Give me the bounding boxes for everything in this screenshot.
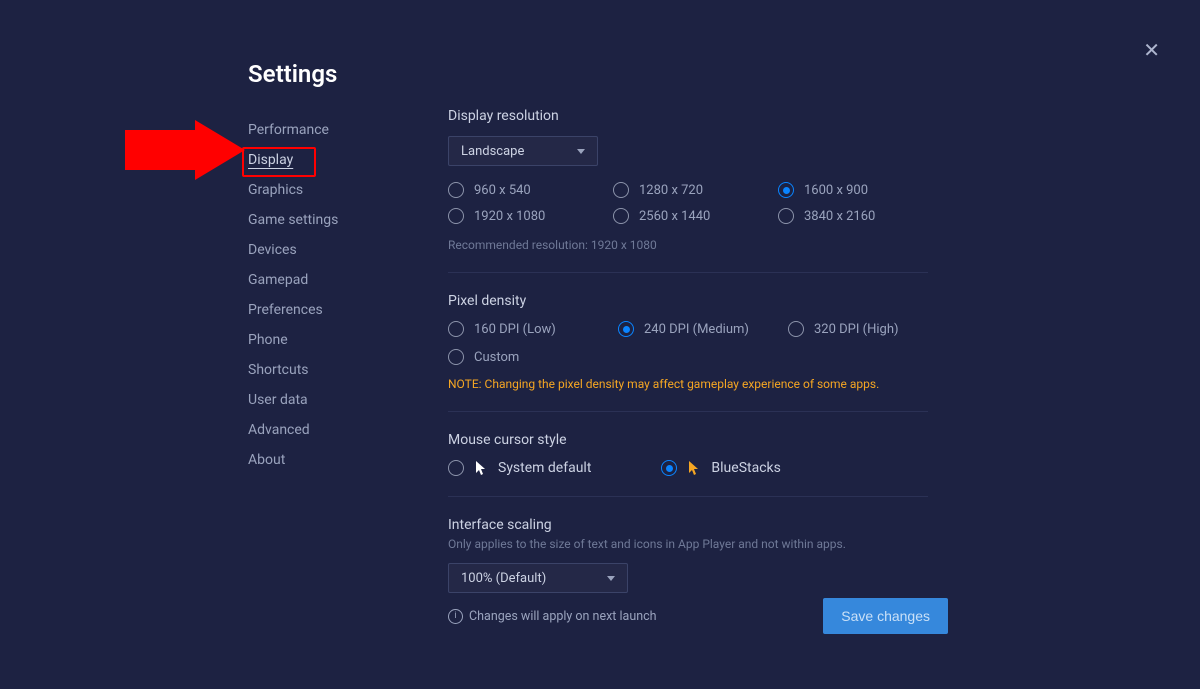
resolution-option-1600x900[interactable]: 1600 x 900 — [778, 182, 943, 198]
resolution-option-1920x1080[interactable]: 1920 x 1080 — [448, 208, 613, 224]
sidebar-item-devices[interactable]: Devices — [248, 235, 388, 265]
resolution-option-1280x720[interactable]: 1280 x 720 — [613, 182, 778, 198]
close-icon[interactable]: ✕ — [1143, 40, 1160, 60]
resolution-option-960x540[interactable]: 960 x 540 — [448, 182, 613, 198]
interface-scaling-description: Only applies to the size of text and ico… — [448, 537, 928, 551]
save-changes-button[interactable]: Save changes — [823, 598, 948, 634]
interface-scaling-value: 100% (Default) — [461, 571, 546, 586]
annotation-arrow — [125, 120, 245, 180]
pixel-density-heading: Pixel density — [448, 293, 928, 309]
launch-note: i Changes will apply on next launch — [448, 609, 657, 624]
display-resolution-heading: Display resolution — [448, 108, 928, 124]
cursor-option-bluestacks[interactable]: BlueStacks — [661, 460, 780, 476]
sidebar-item-display[interactable]: Display — [248, 145, 388, 175]
sidebar-item-advanced[interactable]: Advanced — [248, 415, 388, 445]
dpi-option-320[interactable]: 320 DPI (High) — [788, 321, 948, 337]
sidebar-item-graphics[interactable]: Graphics — [248, 175, 388, 205]
orientation-select[interactable]: Landscape — [448, 136, 598, 166]
sidebar-item-gamepad[interactable]: Gamepad — [248, 265, 388, 295]
cursor-bluestacks-icon — [687, 460, 701, 476]
section-divider — [448, 496, 928, 497]
chevron-down-icon — [577, 149, 585, 154]
mouse-cursor-heading: Mouse cursor style — [448, 432, 928, 448]
interface-scaling-select[interactable]: 100% (Default) — [448, 563, 628, 593]
section-divider — [448, 272, 928, 273]
dpi-option-160[interactable]: 160 DPI (Low) — [448, 321, 618, 337]
sidebar-item-performance[interactable]: Performance — [248, 115, 388, 145]
sidebar-item-game-settings[interactable]: Game settings — [248, 205, 388, 235]
page-title: Settings — [248, 60, 337, 88]
dpi-option-240[interactable]: 240 DPI (Medium) — [618, 321, 788, 337]
orientation-select-value: Landscape — [461, 144, 524, 159]
chevron-down-icon — [607, 576, 615, 581]
sidebar-item-shortcuts[interactable]: Shortcuts — [248, 355, 388, 385]
pixel-density-note: NOTE: Changing the pixel density may aff… — [448, 377, 928, 391]
cursor-system-icon — [474, 460, 488, 476]
sidebar-item-user-data[interactable]: User data — [248, 385, 388, 415]
info-icon: i — [448, 609, 463, 624]
settings-sidebar: Performance Display Graphics Game settin… — [248, 115, 388, 475]
sidebar-item-preferences[interactable]: Preferences — [248, 295, 388, 325]
section-divider — [448, 411, 928, 412]
resolution-option-3840x2160[interactable]: 3840 x 2160 — [778, 208, 943, 224]
sidebar-item-about[interactable]: About — [248, 445, 388, 475]
cursor-option-system-default[interactable]: System default — [448, 460, 591, 476]
dpi-option-custom[interactable]: Custom — [448, 349, 618, 365]
sidebar-item-phone[interactable]: Phone — [248, 325, 388, 355]
interface-scaling-heading: Interface scaling — [448, 517, 928, 533]
recommended-resolution-label: Recommended resolution: 1920 x 1080 — [448, 238, 928, 252]
resolution-option-2560x1440[interactable]: 2560 x 1440 — [613, 208, 778, 224]
